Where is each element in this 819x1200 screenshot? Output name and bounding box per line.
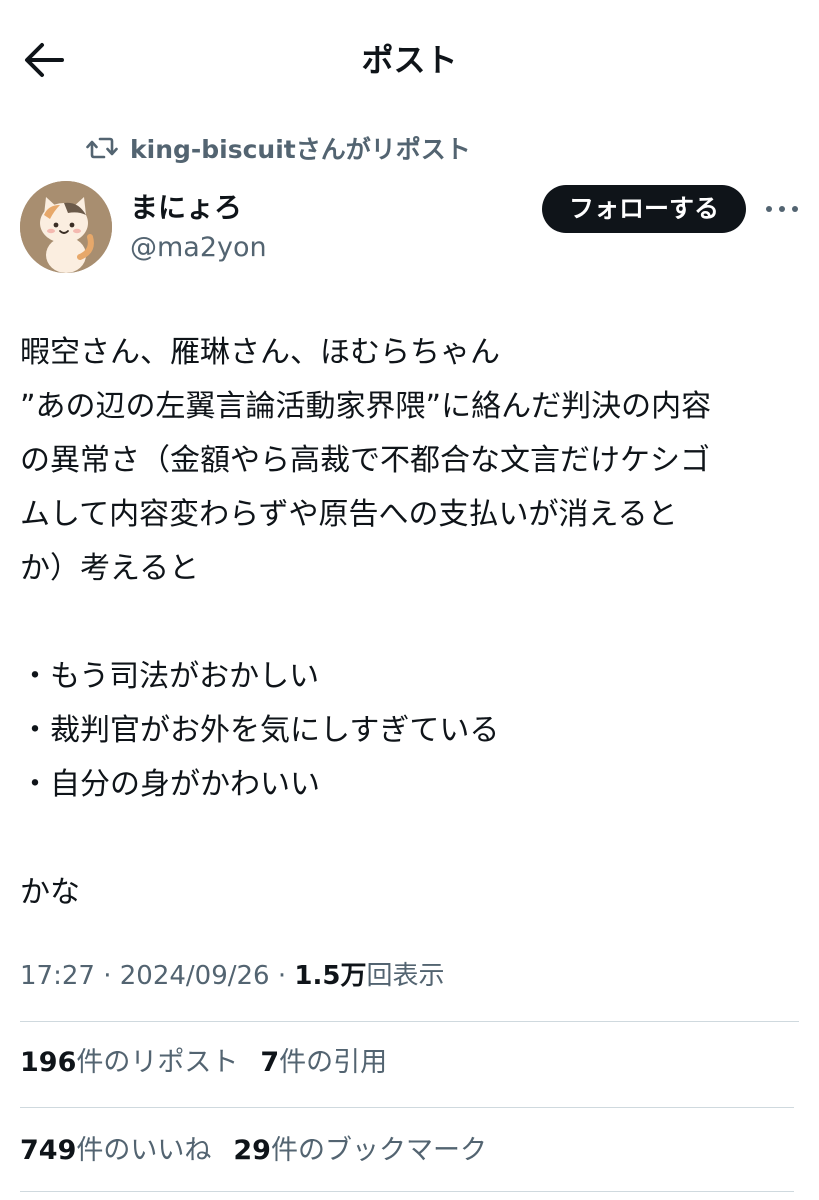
quotes-count: 7 bbox=[260, 1047, 280, 1078]
tweet-line: ・もう司法がおかしい bbox=[20, 659, 320, 694]
tweet-text: 暇空さん、雁琳さん、ほむらちゃん ”あの辺の左翼言論活動家界隈”に絡んだ判決の内… bbox=[20, 326, 810, 920]
more-button[interactable] bbox=[763, 196, 801, 222]
avatar[interactable] bbox=[20, 181, 112, 273]
tweet-line: の異常さ（金額やら高裁で不都合な文言だけケシゴ bbox=[20, 443, 710, 478]
engagement-row-likes: 749件のいいね 29件のブックマーク bbox=[20, 1131, 487, 1171]
tweet-line: ムして内容変わらずや原告への支払いが消えると bbox=[20, 497, 678, 532]
divider bbox=[20, 1021, 799, 1022]
tweet-line bbox=[20, 812, 810, 866]
page-title: ポスト bbox=[361, 41, 458, 79]
cat-avatar-icon bbox=[20, 181, 112, 273]
tweet-date[interactable]: 2024/09/26 bbox=[120, 961, 270, 991]
likes-label: 件のいいね bbox=[76, 1135, 212, 1166]
quotes-label: 件の引用 bbox=[279, 1047, 388, 1078]
tweet-line: かな bbox=[20, 875, 80, 910]
quotes-stat[interactable]: 7件の引用 bbox=[260, 1047, 387, 1078]
divider bbox=[20, 1107, 794, 1108]
views-count: 1.5万 bbox=[294, 961, 367, 991]
divider bbox=[20, 1191, 794, 1192]
views-label: 回表示 bbox=[366, 961, 445, 991]
reposts-count: 196 bbox=[20, 1047, 77, 1078]
display-name[interactable]: まにょろ bbox=[130, 190, 242, 226]
repost-text: king-biscuitさんがリポスト bbox=[130, 135, 471, 164]
top-bar: ポスト bbox=[0, 0, 819, 120]
reposts-stat[interactable]: 196件のリポスト bbox=[20, 1047, 238, 1078]
tweet-line: ”あの辺の左翼言論活動家界隈”に絡んだ判決の内容 bbox=[20, 389, 712, 424]
user-handle[interactable]: @ma2yon bbox=[130, 230, 267, 266]
bookmarks-count: 29 bbox=[233, 1135, 271, 1166]
repost-indicator[interactable]: king-biscuitさんがリポスト bbox=[86, 128, 471, 168]
likes-stat[interactable]: 749件のいいね bbox=[20, 1135, 211, 1166]
tweet-meta: 17:27 · 2024/09/26 · 1.5万回表示 bbox=[20, 956, 444, 996]
more-dots-icon bbox=[766, 206, 798, 212]
reposts-label: 件のリポスト bbox=[76, 1047, 239, 1078]
bookmarks-stat[interactable]: 29件のブックマーク bbox=[233, 1135, 487, 1166]
meta-separator: · bbox=[94, 961, 120, 991]
repost-icon bbox=[86, 132, 118, 164]
follow-button[interactable]: フォローする bbox=[542, 185, 746, 233]
tweet-line: ・裁判官がお外を気にしすぎている bbox=[20, 713, 500, 748]
bookmarks-label: 件のブックマーク bbox=[270, 1135, 487, 1166]
likes-count: 749 bbox=[20, 1135, 77, 1166]
engagement-row-reposts: 196件のリポスト 7件の引用 bbox=[20, 1043, 387, 1083]
tweet-line: ・自分の身がかわいい bbox=[20, 767, 320, 802]
meta-separator: · bbox=[269, 961, 295, 991]
tweet-line bbox=[20, 596, 810, 650]
tweet-line: か）考えると bbox=[20, 551, 200, 586]
tweet-time[interactable]: 17:27 bbox=[20, 961, 95, 991]
tweet-line: 暇空さん、雁琳さん、ほむらちゃん bbox=[20, 335, 500, 370]
